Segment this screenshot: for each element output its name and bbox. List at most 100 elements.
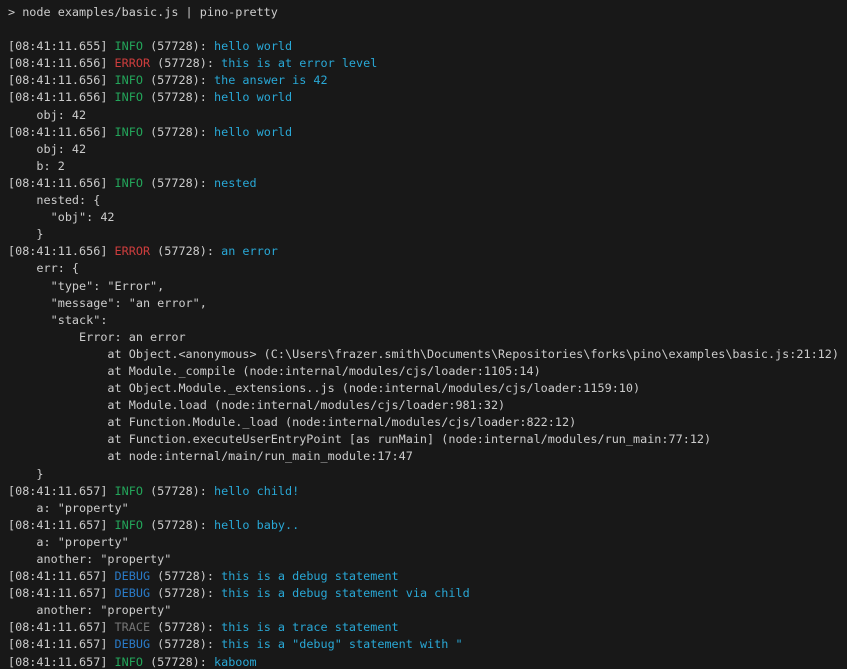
- log-text: (57728):: [150, 620, 221, 634]
- log-text: [08:41:11.655]: [8, 39, 115, 53]
- log-text: a: "property": [8, 501, 129, 515]
- log-text: [08:41:11.657]: [8, 586, 115, 600]
- log-message: this is a trace statement: [221, 620, 399, 634]
- terminal-line: Error: an error: [8, 329, 847, 346]
- log-level-info: INFO: [115, 125, 143, 139]
- log-level-info: INFO: [115, 176, 143, 190]
- terminal-line: another: "property": [8, 551, 847, 568]
- log-text: (57728):: [150, 244, 221, 258]
- log-level-error: ERROR: [115, 244, 151, 258]
- log-message: an error: [221, 244, 278, 258]
- log-text: "message": "an error",: [8, 296, 207, 310]
- terminal-line: another: "property": [8, 602, 847, 619]
- log-text: (57728):: [150, 56, 221, 70]
- terminal-output[interactable]: > node examples/basic.js | pino-pretty […: [0, 0, 847, 669]
- log-level-info: INFO: [115, 39, 143, 53]
- log-text: a: "property": [8, 535, 129, 549]
- terminal-line: a: "property": [8, 500, 847, 517]
- log-text: "obj": 42: [8, 210, 115, 224]
- log-text: [08:41:11.657]: [8, 569, 115, 583]
- log-text: [08:41:11.656]: [8, 73, 115, 87]
- log-message: hello child!: [214, 484, 299, 498]
- terminal-line: [08:41:11.657] TRACE (57728): this is a …: [8, 619, 847, 636]
- log-text: Error: an error: [8, 330, 186, 344]
- terminal-line: [08:41:11.657] INFO (57728): kaboom: [8, 654, 847, 669]
- terminal-line: "stack":: [8, 312, 847, 329]
- log-message: this is a debug statement via child: [221, 586, 470, 600]
- log-text: (57728):: [143, 73, 214, 87]
- log-text: "stack":: [8, 313, 107, 327]
- log-text: [08:41:11.656]: [8, 90, 115, 104]
- log-message: the answer is 42: [214, 73, 328, 87]
- log-text: obj: 42: [8, 142, 86, 156]
- log-message: kaboom: [214, 655, 257, 669]
- terminal-line: nested: {: [8, 192, 847, 209]
- log-text: at Module._compile (node:internal/module…: [8, 364, 541, 378]
- terminal-line: at Module.load (node:internal/modules/cj…: [8, 397, 847, 414]
- log-text: at Module.load (node:internal/modules/cj…: [8, 398, 505, 412]
- terminal-line: at Function.Module._load (node:internal/…: [8, 414, 847, 431]
- log-text: [08:41:11.657]: [8, 655, 115, 669]
- log-text: (57728):: [143, 90, 214, 104]
- terminal-line: [08:41:11.657] INFO (57728): hello baby.…: [8, 517, 847, 534]
- log-text: [08:41:11.657]: [8, 637, 115, 651]
- log-level-info: INFO: [115, 518, 143, 532]
- log-text: another: "property": [8, 603, 171, 617]
- terminal-line: }: [8, 466, 847, 483]
- terminal-line: [08:41:11.657] DEBUG (57728): this is a …: [8, 568, 847, 585]
- log-text: err: {: [8, 261, 79, 275]
- log-level-debug: DEBUG: [115, 637, 151, 651]
- terminal-line: err: {: [8, 260, 847, 277]
- log-level-trace: TRACE: [115, 620, 151, 634]
- log-text: (57728):: [150, 637, 221, 651]
- log-level-debug: DEBUG: [115, 569, 151, 583]
- log-text: nested: {: [8, 193, 100, 207]
- log-text: [08:41:11.656]: [8, 56, 115, 70]
- log-level-info: INFO: [115, 655, 143, 669]
- log-text: }: [8, 227, 44, 241]
- log-text: at Function.executeUserEntryPoint [as ru…: [8, 432, 711, 446]
- log-text: another: "property": [8, 552, 171, 566]
- terminal-line: a: "property": [8, 534, 847, 551]
- terminal-line: [08:41:11.656] ERROR (57728): this is at…: [8, 55, 847, 72]
- terminal-line: [08:41:11.657] DEBUG (57728): this is a …: [8, 585, 847, 602]
- log-text: [08:41:11.657]: [8, 484, 115, 498]
- log-text: (57728):: [150, 586, 221, 600]
- log-text: (57728):: [143, 125, 214, 139]
- log-text: }: [8, 467, 44, 481]
- terminal-line: "message": "an error",: [8, 295, 847, 312]
- log-message: hello world: [214, 90, 292, 104]
- log-message: hello world: [214, 39, 292, 53]
- log-level-info: INFO: [115, 484, 143, 498]
- terminal-line: [08:41:11.656] INFO (57728): nested: [8, 175, 847, 192]
- log-text: at Function.Module._load (node:internal/…: [8, 415, 576, 429]
- terminal-line: [08:41:11.656] INFO (57728): hello world: [8, 124, 847, 141]
- log-text: [08:41:11.657]: [8, 620, 115, 634]
- log-message: nested: [214, 176, 257, 190]
- log-text: (57728):: [143, 484, 214, 498]
- terminal-line: }: [8, 226, 847, 243]
- log-text: at node:internal/main/run_main_module:17…: [8, 449, 413, 463]
- log-text: (57728):: [143, 518, 214, 532]
- terminal-line: [08:41:11.657] DEBUG (57728): this is a …: [8, 636, 847, 653]
- log-level-info: INFO: [115, 90, 143, 104]
- terminal-line: at Object.<anonymous> (C:\Users\frazer.s…: [8, 346, 847, 363]
- log-message: this is a debug statement: [221, 569, 399, 583]
- log-text: (57728):: [143, 655, 214, 669]
- log-message: hello baby..: [214, 518, 299, 532]
- log-level-error: ERROR: [115, 56, 151, 70]
- terminal-line: obj: 42: [8, 107, 847, 124]
- terminal-line: > node examples/basic.js | pino-pretty: [8, 4, 847, 21]
- log-text: (57728):: [143, 39, 214, 53]
- terminal-line: "obj": 42: [8, 209, 847, 226]
- log-text: "type": "Error",: [8, 279, 164, 293]
- terminal-line: [08:41:11.656] INFO (57728): the answer …: [8, 72, 847, 89]
- terminal-line: "type": "Error",: [8, 278, 847, 295]
- log-text: at Object.<anonymous> (C:\Users\frazer.s…: [8, 347, 839, 361]
- log-message: this is at error level: [221, 56, 377, 70]
- log-text: b: 2: [8, 159, 65, 173]
- terminal-line: [8, 21, 847, 38]
- terminal-line: [08:41:11.656] INFO (57728): hello world: [8, 89, 847, 106]
- terminal-line: at Module._compile (node:internal/module…: [8, 363, 847, 380]
- log-message: hello world: [214, 125, 292, 139]
